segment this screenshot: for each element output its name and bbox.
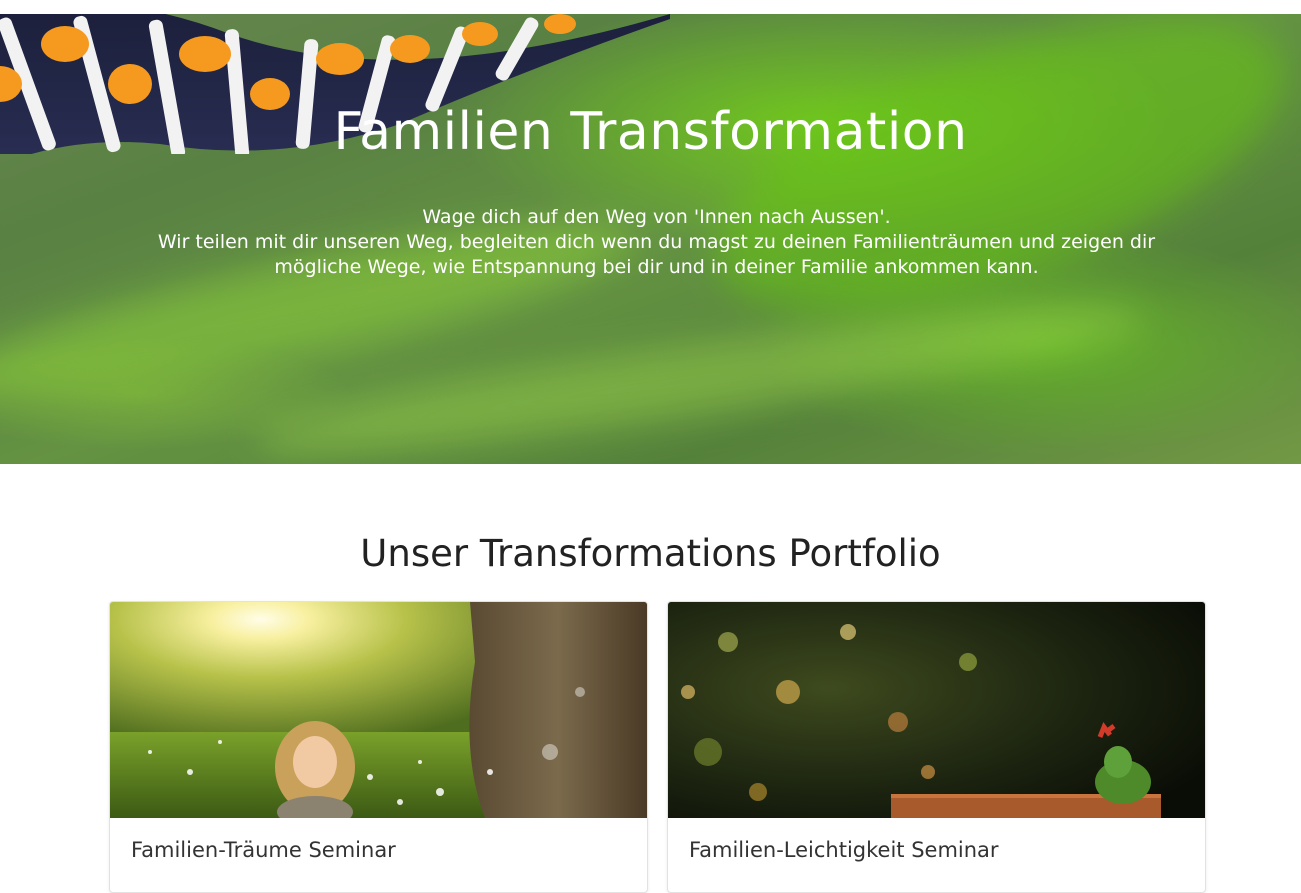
portfolio-heading: Unser Transformations Portfolio (360, 532, 941, 575)
seminar-card[interactable]: Familien-Träume Seminar (109, 601, 648, 893)
card-image-girl-meadow[interactable] (110, 602, 647, 818)
hero-intro-line: Wage dich auf den Weg von 'Innen nach Au… (422, 206, 891, 228)
seminar-card[interactable]: Familien-Leichtigkeit Seminar (667, 601, 1206, 893)
hero-body-text: Wir teilen mit dir unseren Weg, begleite… (157, 231, 1156, 278)
hero-banner: Familien Transformation Wage dich auf de… (0, 14, 1301, 464)
card-title[interactable]: Familien-Leichtigkeit Seminar (689, 838, 999, 862)
hero-title: Familien Transformation (333, 102, 968, 162)
card-title[interactable]: Familien-Träume Seminar (131, 838, 396, 862)
card-image-frog-figurines[interactable] (668, 602, 1205, 818)
hero-description: Wage dich auf den Weg von 'Innen nach Au… (130, 205, 1183, 280)
